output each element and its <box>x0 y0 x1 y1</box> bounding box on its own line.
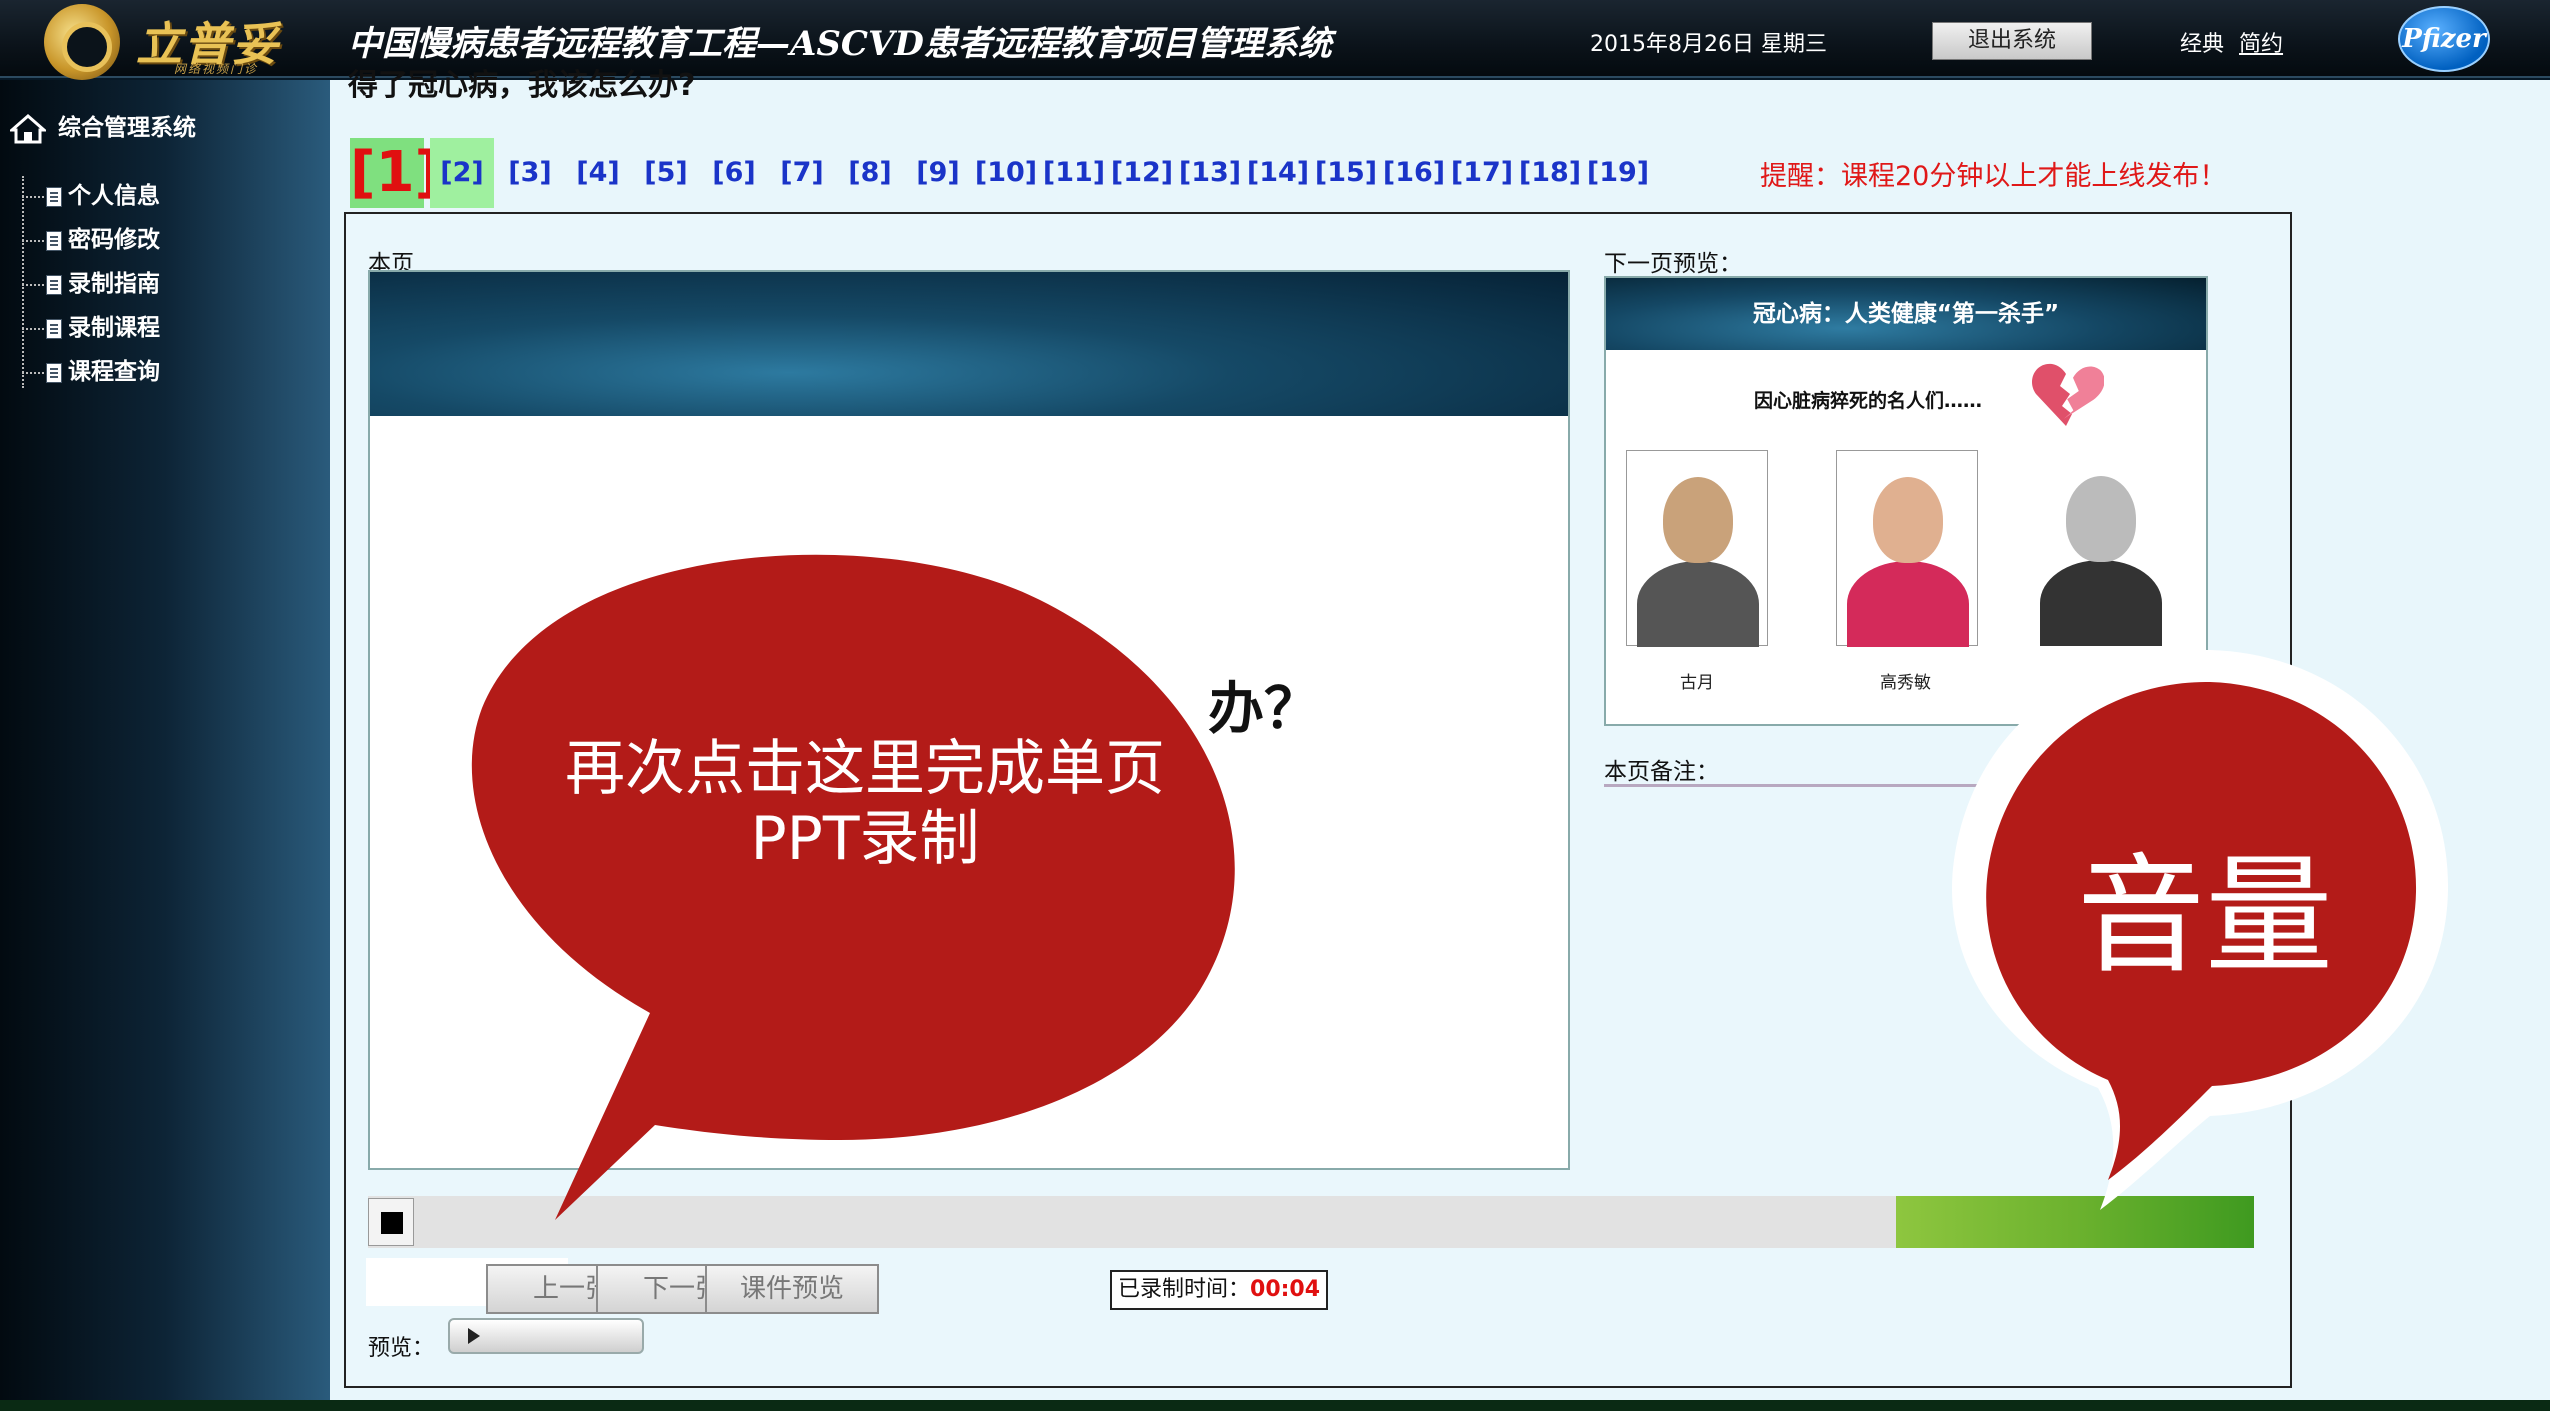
next-preview-label: 下一页预览： <box>1604 251 1742 277</box>
notes-label: 本页备注： <box>1604 759 1719 785</box>
next-slide-title: 冠心病：人类健康“第一杀手” <box>1606 278 2206 350</box>
portrait-photo-2 <box>1836 450 1978 647</box>
sidebar-item-label: 录制指南 <box>68 271 160 297</box>
sidebar-item-label: 个人信息 <box>68 183 160 209</box>
page-link-17[interactable]: [17] <box>1448 138 1516 208</box>
page-link-10[interactable]: [10] <box>972 138 1040 208</box>
app-title: 中国慢病患者远程教育工程—ASCVD患者远程教育项目管理系统 <box>348 24 1332 64</box>
preview-label: 预览： <box>368 1336 435 1361</box>
callout-volume-text: 音量 <box>2076 842 2333 991</box>
course-title: 得了冠心病，我该怎么办? <box>348 68 696 103</box>
logo-ring-icon <box>44 4 120 80</box>
bottom-strip <box>0 1400 2550 1411</box>
logo-subtext: 网络视频门诊 <box>174 62 259 76</box>
page-link-14[interactable]: [14] <box>1244 138 1312 208</box>
sidebar-item-label: 课程查询 <box>68 359 160 385</box>
style-classic-link[interactable]: 经典 <box>2180 32 2224 57</box>
style-simple-link[interactable]: 简约 <box>2239 32 2283 57</box>
recorded-time-label: 已录制时间： <box>1118 1277 1251 1302</box>
recorded-time-value: 00:04 <box>1250 1277 1321 1302</box>
stop-record-button[interactable] <box>368 1198 414 1246</box>
callout-bubble-record <box>471 554 1235 1220</box>
page-link-9[interactable]: [9] <box>906 138 970 208</box>
sidebar-item-course-query[interactable]: 课程查询 <box>22 352 160 386</box>
sidebar-item-label: 录制课程 <box>68 315 160 341</box>
page-link-3[interactable]: [3] <box>498 138 562 208</box>
sidebar-item-password[interactable]: 密码修改 <box>22 220 160 254</box>
page-link-16[interactable]: [16] <box>1380 138 1448 208</box>
recorded-time-display: 已录制时间：00:04 <box>1110 1270 1329 1310</box>
portrait-name-1: 古月 <box>1680 673 1714 693</box>
slide-header-band <box>370 272 1568 416</box>
page-link-6[interactable]: [6] <box>702 138 766 208</box>
logout-button[interactable]: 退出系统 <box>1932 22 2092 60</box>
portrait-photo-1 <box>1626 450 1768 647</box>
portrait-name-2: 高秀敏 <box>1880 673 1931 693</box>
page-link-5[interactable]: [5] <box>634 138 698 208</box>
sidebar-item-personal-info[interactable]: 个人信息 <box>22 176 160 210</box>
page-link-15[interactable]: [15] <box>1312 138 1380 208</box>
document-icon <box>46 362 62 383</box>
next-slide-subtitle: 因心脏病猝死的名人们…… <box>1754 390 1983 412</box>
sidebar-item-recording-guide[interactable]: 录制指南 <box>22 264 160 298</box>
sidebar-root-label: 综合管理系统 <box>58 115 197 141</box>
pfizer-logo: Pfizer <box>2398 6 2490 72</box>
home-icon <box>10 113 46 143</box>
lipitor-logo: 立普妥 网络视频门诊 <box>44 2 344 80</box>
portrait-photo-3 <box>2030 450 2172 646</box>
audio-preview-player[interactable] <box>448 1318 644 1354</box>
document-icon <box>46 186 62 207</box>
page-link-12[interactable]: [12] <box>1108 138 1176 208</box>
sidebar: 综合管理系统 个人信息 密码修改 录制指南 录制课程 课程查询 <box>0 80 330 1411</box>
page-link-1[interactable]: [1] <box>350 138 440 208</box>
broken-heart-icon <box>2031 363 2104 426</box>
document-icon <box>46 230 62 251</box>
courseware-preview-button[interactable]: 课件预览 <box>705 1264 879 1314</box>
page-link-18[interactable]: [18] <box>1516 138 1584 208</box>
page-link-8[interactable]: [8] <box>838 138 902 208</box>
page-link-7[interactable]: [7] <box>770 138 834 208</box>
sidebar-item-record-course[interactable]: 录制课程 <box>22 308 160 342</box>
play-icon[interactable] <box>468 1328 480 1344</box>
callout-record-text: 再次点击这里完成单页PPT录制 <box>565 734 1165 874</box>
notes-underline <box>1604 784 1994 787</box>
page-link-4[interactable]: [4] <box>566 138 630 208</box>
sidebar-root[interactable]: 综合管理系统 <box>10 108 196 144</box>
current-date: 2015年8月26日 星期三 <box>1590 32 1827 57</box>
page-link-2[interactable]: [2] <box>430 138 494 208</box>
reminder-text: 提醒：课程20分钟以上才能上线发布！ <box>1760 161 2227 192</box>
page-link-11[interactable]: [11] <box>1040 138 1108 208</box>
page-link-13[interactable]: [13] <box>1176 138 1244 208</box>
document-icon <box>46 274 62 295</box>
sidebar-item-label: 密码修改 <box>68 227 160 253</box>
style-switcher: 经典 简约 <box>2180 26 2291 58</box>
page-link-19[interactable]: [19] <box>1584 138 1652 208</box>
document-icon <box>46 318 62 339</box>
